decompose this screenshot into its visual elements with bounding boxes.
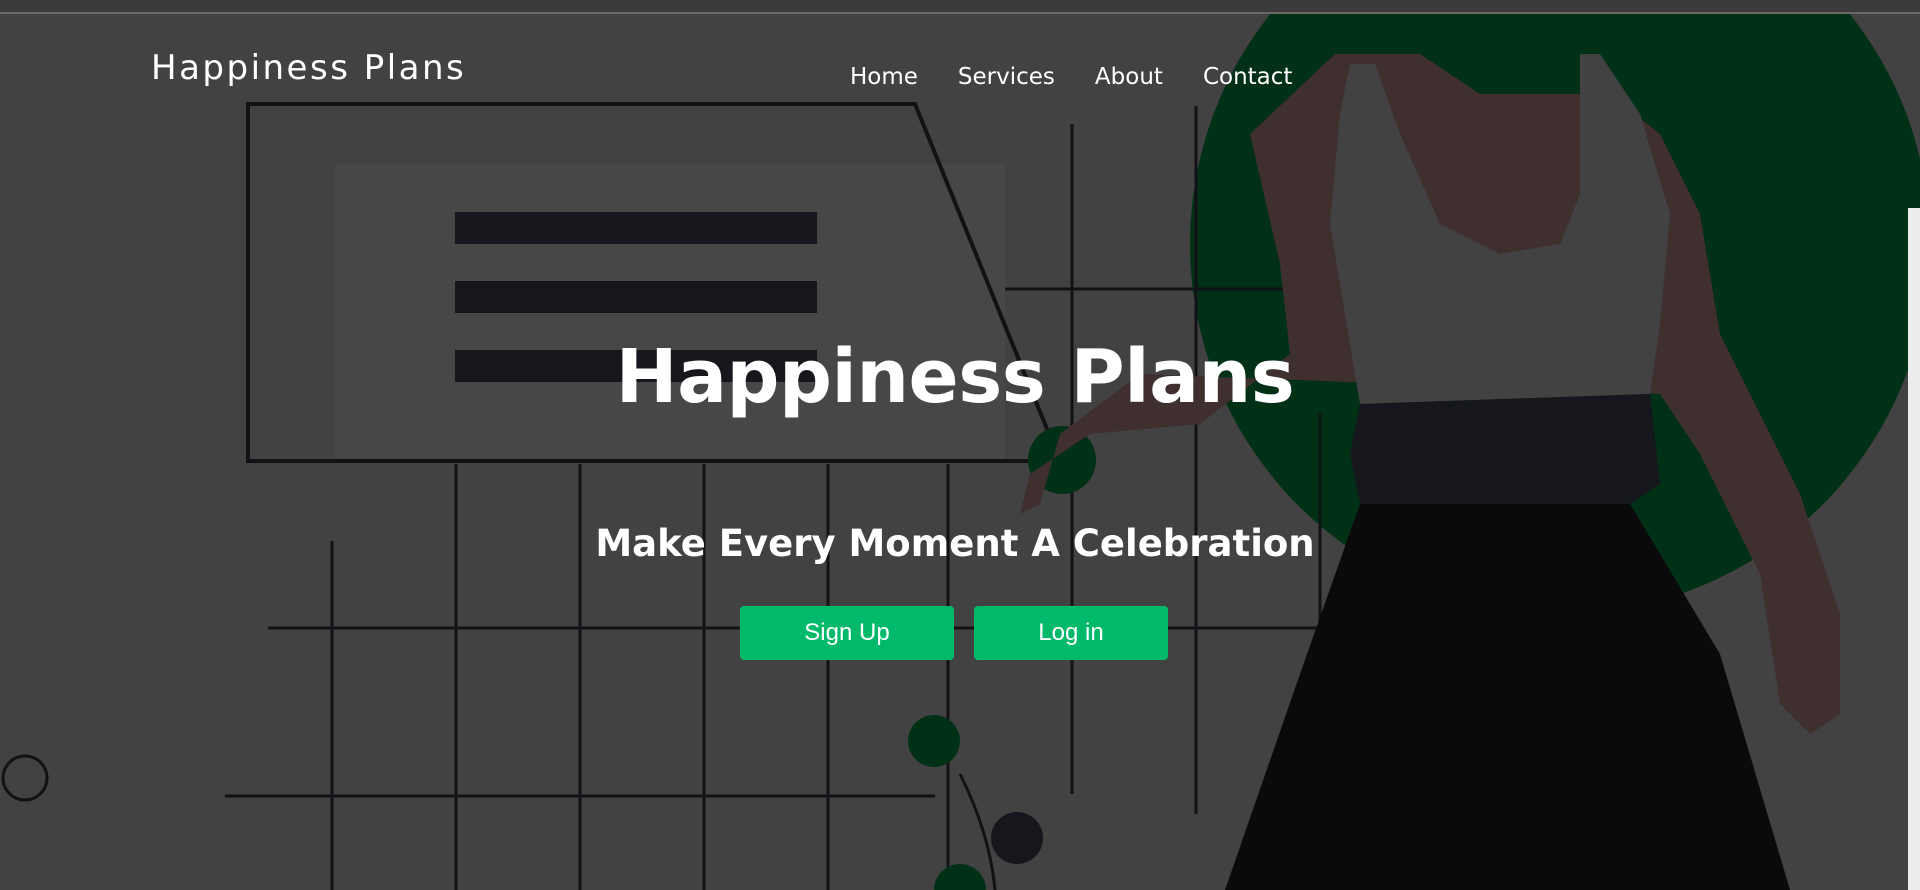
browser-top-strip xyxy=(0,0,1920,14)
nav-services[interactable]: Services xyxy=(958,50,1055,104)
page-scrollbar[interactable] xyxy=(1908,208,1920,890)
hero-subtitle: Make Every Moment A Celebration xyxy=(595,522,1315,565)
nav-about[interactable]: About xyxy=(1095,50,1163,104)
hero-illustration xyxy=(1,14,1920,890)
hero-title: Happiness Plans xyxy=(615,334,1295,420)
nav-contact[interactable]: Contact xyxy=(1203,50,1292,104)
nav-home[interactable]: Home xyxy=(850,50,918,104)
brand-logo[interactable]: Happiness Plans xyxy=(151,48,466,88)
log-in-button[interactable]: Log in xyxy=(974,606,1168,660)
sign-up-button[interactable]: Sign Up xyxy=(740,606,954,660)
hero-section: Happiness Plans Home Services About Cont… xyxy=(0,14,1920,890)
main-navigation: Home Services About Contact xyxy=(850,50,1292,104)
